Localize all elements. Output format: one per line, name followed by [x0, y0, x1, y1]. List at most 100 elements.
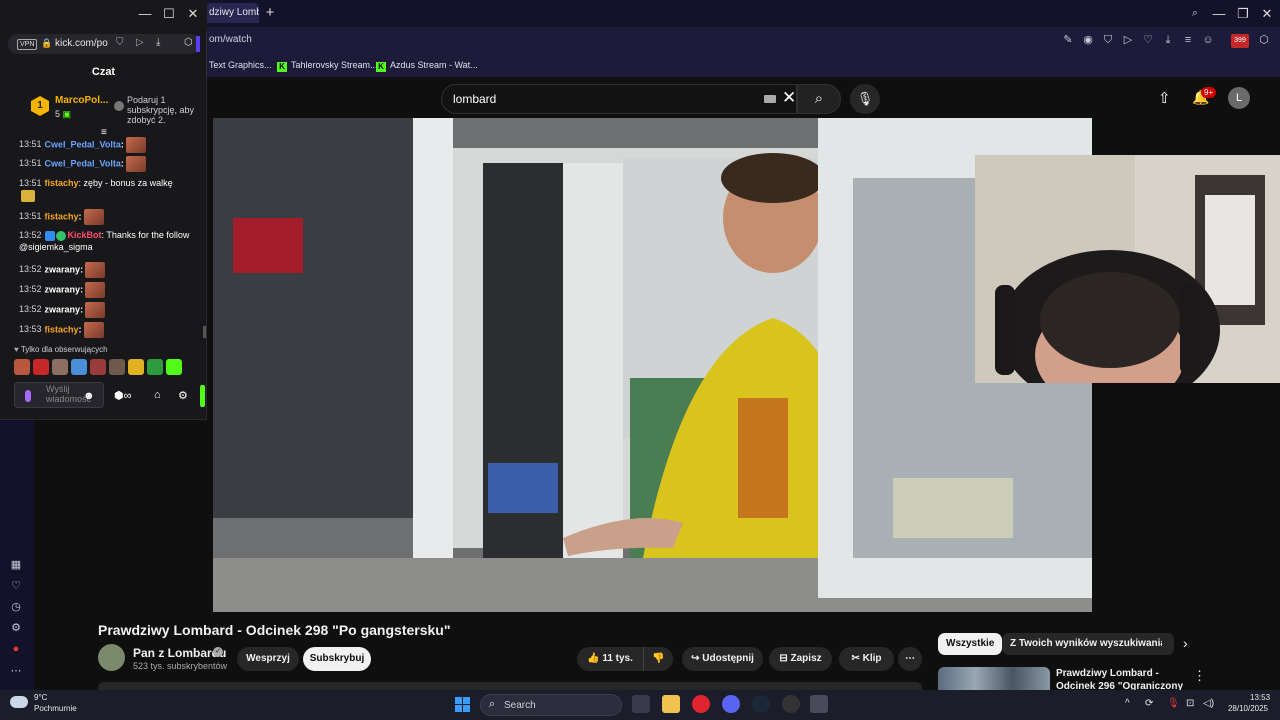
kick-close-button[interactable]: ✕: [180, 4, 206, 24]
account-avatar[interactable]: L: [1228, 87, 1250, 109]
video-player[interactable]: [213, 118, 1092, 612]
subscribe-button[interactable]: Subskrybuj: [303, 647, 371, 671]
windows-start-icon[interactable]: [455, 697, 471, 713]
apps-grid-icon[interactable]: ▦: [9, 558, 23, 572]
recommended-video-thumbnail[interactable]: [938, 667, 1050, 690]
discord-icon[interactable]: [722, 695, 740, 713]
play-icon[interactable]: ▷: [136, 37, 144, 48]
like-button[interactable]: 👍 11 tys.: [577, 647, 643, 671]
quick-emote[interactable]: [128, 359, 144, 375]
gift-sub-prompt[interactable]: Podaruj 1 subskrypcję, aby zdobyć 2.: [127, 95, 207, 125]
clip-button[interactable]: ✂ Klip: [839, 647, 894, 671]
kick-coins-icon[interactable]: ⬢∞: [114, 389, 131, 402]
tray-chevron-up-icon[interactable]: ^: [1125, 698, 1130, 709]
search-input[interactable]: lombard: [453, 92, 496, 106]
shield-icon[interactable]: ⛉: [116, 37, 124, 48]
ublock-icon[interactable]: ●: [9, 642, 23, 656]
address-bar[interactable]: om/watch ✎ ◉ ⛉ ▷ ♡ ⤓ ≡ ☺ 399 ⬡: [205, 27, 1280, 55]
extension-cube-icon[interactable]: ⬡: [1257, 33, 1271, 47]
history-icon[interactable]: ◷: [9, 600, 23, 614]
kick-maximize-button[interactable]: ☐: [156, 4, 182, 24]
kick-address-bar[interactable]: VPN 🔒 kick.com/po ⛉ ▷ ⤓ ⬡: [8, 34, 200, 54]
download-icon[interactable]: ⤓: [156, 37, 160, 48]
voice-search-icon[interactable]: 🎙: [850, 84, 880, 114]
quick-emote[interactable]: [14, 359, 30, 375]
weather-temperature[interactable]: 9°C: [34, 693, 47, 702]
taskbar-search[interactable]: ⌕ Search: [480, 694, 622, 716]
task-view-icon[interactable]: [632, 695, 650, 713]
store-icon[interactable]: ⌂: [154, 389, 161, 401]
edit-icon[interactable]: ✎: [1061, 33, 1075, 47]
chat-scrollbar[interactable]: [203, 326, 206, 338]
message-username[interactable]: Cwel_Pedal_Volta: [45, 139, 121, 149]
search-button[interactable]: ⌕: [797, 84, 841, 114]
tray-app-icon[interactable]: ⟳: [1145, 698, 1153, 709]
menu-icon[interactable]: ≡: [1181, 33, 1195, 47]
cloud-icon[interactable]: [10, 696, 28, 708]
bookmark-item[interactable]: Text Graphics...: [209, 60, 272, 70]
volume-icon[interactable]: ◁): [1203, 698, 1214, 709]
weather-description[interactable]: Pochmurnie: [34, 704, 77, 713]
opera-icon[interactable]: [692, 695, 710, 713]
recommended-video-title[interactable]: Prawdziwy Lombard - Odcinek 296 "Ogranic…: [1056, 667, 1186, 690]
tab-active[interactable]: dziwy Lomb: [205, 3, 259, 23]
share-button[interactable]: ↪ Udostępnij: [682, 647, 763, 671]
microphone-icon[interactable]: [25, 390, 31, 402]
heart-icon[interactable]: ♡: [9, 579, 23, 593]
play-icon[interactable]: ▷: [1121, 33, 1135, 47]
clear-search-icon[interactable]: ✕: [782, 88, 796, 108]
shield-icon[interactable]: ⛉: [1101, 33, 1115, 47]
network-icon[interactable]: ⊡: [1186, 698, 1194, 709]
minimize-button[interactable]: —: [1206, 4, 1232, 24]
recommended-video-menu-icon[interactable]: ⋮: [1193, 668, 1206, 684]
kick-url-text[interactable]: kick.com/po: [55, 38, 108, 49]
save-button[interactable]: ⊟ Zapisz: [769, 647, 832, 671]
search-box[interactable]: lombard ✕: [441, 84, 797, 114]
search-tabs-icon[interactable]: ⌕: [1188, 6, 1202, 20]
clock-date[interactable]: 28/10/2025: [1226, 704, 1268, 713]
leaderboard-name[interactable]: MarcoPol...: [55, 95, 108, 106]
extension-cube-icon[interactable]: ⬡: [184, 37, 193, 48]
quick-emote[interactable]: [90, 359, 106, 375]
chat-settings-gear-icon[interactable]: ⚙: [178, 389, 188, 402]
app-icon[interactable]: [782, 695, 800, 713]
support-button[interactable]: Wesprzyj: [237, 647, 299, 671]
vpn-badge[interactable]: VPN: [17, 39, 38, 50]
camera-icon[interactable]: ◉: [1081, 33, 1095, 47]
message-username[interactable]: zwarany: [45, 304, 81, 314]
tray-mic-icon[interactable]: 🎙: [1167, 698, 1180, 709]
quick-emote[interactable]: [166, 359, 182, 375]
clock-time[interactable]: 13:53: [1250, 693, 1270, 702]
new-tab-button[interactable]: +: [262, 5, 278, 21]
chevron-right-icon[interactable]: ›: [1183, 635, 1188, 651]
message-username[interactable]: fistachy: [45, 324, 79, 334]
more-icon[interactable]: ⋯: [9, 664, 23, 678]
bookmark-item[interactable]: K Tahlerovsky Stream...: [277, 60, 378, 72]
bookmark-item[interactable]: K Azdus Stream - Wat...: [376, 60, 478, 72]
dislike-button[interactable]: 👎: [643, 647, 673, 671]
file-explorer-icon[interactable]: [662, 695, 680, 713]
quick-emote[interactable]: [109, 359, 125, 375]
quick-emote[interactable]: [33, 359, 49, 375]
settings-gear-icon[interactable]: ⚙: [9, 621, 23, 635]
emoji-picker-icon[interactable]: ☻: [83, 390, 95, 402]
extension-badge[interactable]: 399: [1231, 34, 1249, 48]
message-username[interactable]: zwarany: [45, 284, 81, 294]
quick-emote[interactable]: [147, 359, 163, 375]
kick-minimize-button[interactable]: —: [132, 4, 158, 24]
channel-avatar[interactable]: [98, 644, 125, 671]
upload-icon[interactable]: ⇧: [1158, 89, 1171, 107]
chip-partial[interactable]: [1162, 633, 1174, 655]
steam-icon[interactable]: [752, 695, 770, 713]
more-actions-button[interactable]: ⋯: [898, 647, 922, 671]
message-username[interactable]: fistachy: [45, 211, 79, 221]
profile-icon[interactable]: ☺: [1201, 33, 1215, 47]
quick-emote[interactable]: [52, 359, 68, 375]
address-text[interactable]: om/watch: [209, 34, 252, 45]
keyboard-icon[interactable]: [764, 95, 776, 103]
close-window-button[interactable]: ✕: [1254, 4, 1280, 24]
description-box[interactable]: [98, 682, 922, 690]
send-button[interactable]: [200, 385, 205, 407]
chip-from-your-search[interactable]: Z Twoich wyników wyszukiwania: [1002, 633, 1174, 655]
quick-emote[interactable]: [71, 359, 87, 375]
